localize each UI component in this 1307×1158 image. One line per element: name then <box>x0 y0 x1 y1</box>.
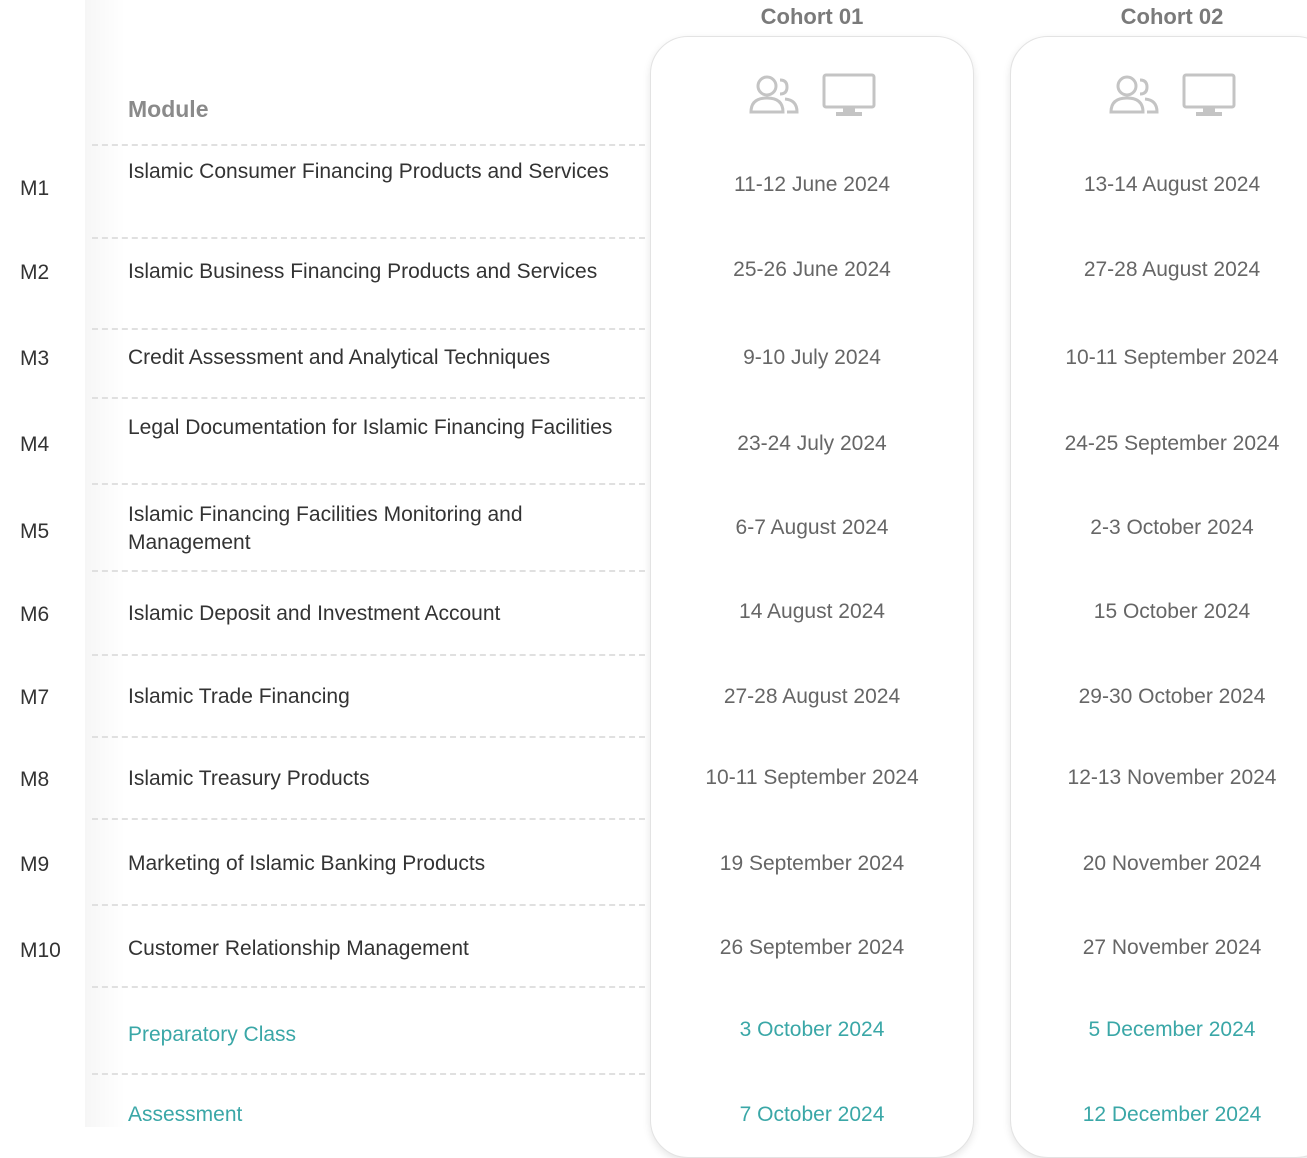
cohort-01-date: 23-24 July 2024 <box>737 432 887 455</box>
module-title: Islamic Consumer Financing Products and … <box>128 160 609 183</box>
module-title: Marketing of Islamic Banking Products <box>128 852 486 875</box>
cohort-02-date: 15 October 2024 <box>1093 600 1251 623</box>
row-divider <box>92 237 645 239</box>
row-divider <box>92 654 645 656</box>
group-people-icon <box>747 72 803 118</box>
module-code: M8 <box>20 768 50 791</box>
module-title: Islamic Treasury Products <box>128 767 370 790</box>
cohort-01-date: 7 October 2024 <box>739 1103 885 1126</box>
cohort-02-title: Cohort 02 <box>1120 4 1224 29</box>
module-code: M7 <box>20 686 50 709</box>
cohort-01-date: 11-12 June 2024 <box>733 173 891 196</box>
cohort-02-date: 29-30 October 2024 <box>1078 685 1266 708</box>
row-divider <box>92 570 645 572</box>
module-title: Islamic Deposit and Investment Account <box>128 602 501 625</box>
monitor-icon <box>1181 72 1237 118</box>
module-column-header: Module <box>128 96 209 122</box>
cohort-01-date: 26 September 2024 <box>719 936 905 959</box>
cohort-01-date: 25-26 June 2024 <box>733 258 891 281</box>
row-divider <box>92 144 645 146</box>
row-divider <box>92 328 645 330</box>
cohort-02-date: 20 November 2024 <box>1082 852 1262 875</box>
cohort-01-date: 19 September 2024 <box>719 852 905 875</box>
module-title: Islamic Financing Facilities Monitoring … <box>128 503 523 554</box>
assessment-label: Assessment <box>128 1103 243 1126</box>
group-people-icon <box>1107 72 1163 118</box>
module-code: M2 <box>20 261 50 284</box>
row-divider <box>92 1073 645 1075</box>
module-title: Islamic Trade Financing <box>128 685 350 708</box>
module-title: Islamic Business Financing Products and … <box>128 260 598 283</box>
monitor-icon <box>821 72 877 118</box>
cohort-01-date: 3 October 2024 <box>739 1018 885 1041</box>
preparatory-class-label: Preparatory Class <box>128 1023 297 1046</box>
cohort-01-title: Cohort 01 <box>760 4 864 29</box>
cohort-02-icons <box>1010 72 1307 118</box>
module-code: M9 <box>20 853 50 876</box>
module-code: M6 <box>20 603 50 626</box>
cohort-02-card <box>1010 36 1307 1158</box>
module-title: Customer Relationship Management <box>128 937 469 960</box>
module-title: Legal Documentation for Islamic Financin… <box>128 416 613 439</box>
module-code: M1 <box>20 177 50 200</box>
cohort-01-date: 10-11 September 2024 <box>705 766 919 789</box>
cohort-02-date: 10-11 September 2024 <box>1065 346 1279 369</box>
cohort-02-date: 13-14 August 2024 <box>1083 173 1261 196</box>
module-code: M5 <box>20 520 50 543</box>
cohort-01-date: 27-28 August 2024 <box>723 685 901 708</box>
row-divider <box>92 397 645 399</box>
row-divider <box>92 818 645 820</box>
cohort-02-date: 5 December 2024 <box>1088 1018 1256 1041</box>
left-shadow <box>85 0 125 1127</box>
cohort-01-icons <box>650 72 974 118</box>
cohort-01-date: 14 August 2024 <box>739 600 885 623</box>
module-code: M10 <box>20 939 61 962</box>
row-divider <box>92 986 645 988</box>
cohort-01-date: 9-10 July 2024 <box>743 346 881 369</box>
cohort-02-date: 24-25 September 2024 <box>1064 432 1280 455</box>
cohort-01-date: 6-7 August 2024 <box>735 516 889 539</box>
module-code: M4 <box>20 433 50 456</box>
cohort-02-date: 12-13 November 2024 <box>1067 766 1277 789</box>
row-divider <box>92 483 645 485</box>
module-title: Credit Assessment and Analytical Techniq… <box>128 346 551 369</box>
cohort-02-date: 27 November 2024 <box>1082 936 1262 959</box>
row-divider <box>92 904 645 906</box>
cohort-02-date: 27-28 August 2024 <box>1083 258 1261 281</box>
cohort-02-date: 2-3 October 2024 <box>1090 516 1254 539</box>
row-divider <box>92 736 645 738</box>
cohort-02-date: 12 December 2024 <box>1082 1103 1262 1126</box>
module-code: M3 <box>20 347 50 370</box>
cohort-01-card <box>650 36 974 1158</box>
